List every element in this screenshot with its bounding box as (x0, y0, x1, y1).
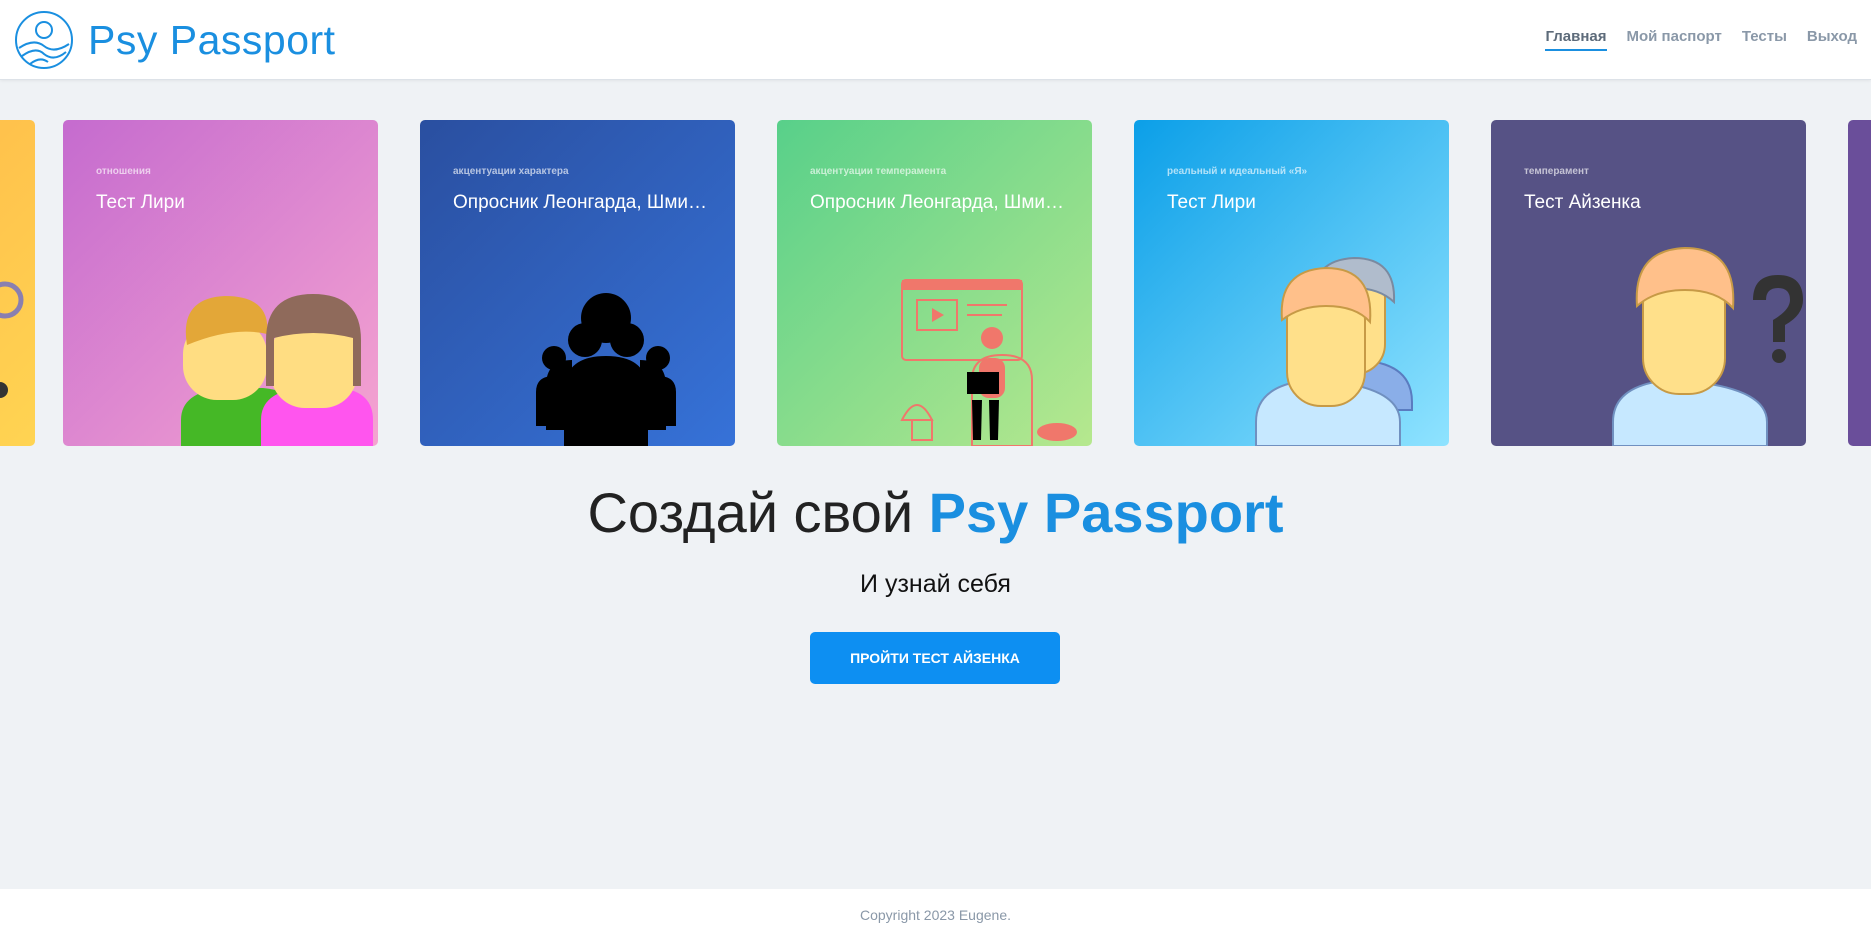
logo-link[interactable]: Psy Passport (14, 10, 336, 70)
test-card[interactable]: отношения Тест Лири (63, 120, 378, 446)
hero-title-brand: Psy Passport (928, 481, 1284, 544)
hero-subtitle: И узнай себя (860, 570, 1011, 598)
site-footer: Copyright 2023 Eugene. (0, 889, 1871, 939)
tests-carousel[interactable]: отношения Тест Лири акцентуации характер… (0, 120, 1871, 446)
test-card-partial-left[interactable] (0, 120, 35, 446)
card-title: Тест Лири (96, 192, 185, 213)
test-card[interactable]: акцентуации характера Опросник Леонгарда… (420, 120, 735, 446)
card-category: темперамент (1524, 166, 1589, 177)
nav-item-tests[interactable]: Тесты (1742, 28, 1787, 51)
logo-globe-icon (15, 11, 73, 69)
card-category: акцентуации характера (453, 166, 569, 177)
test-card[interactable]: акцентуации темперамента Опросник Леонга… (777, 120, 1092, 446)
hero-title: Создай свой Psy Passport (0, 480, 1871, 545)
nav-item-home[interactable]: Главная (1545, 28, 1607, 51)
card-title: Опросник Леонгарда, Шмишека (810, 192, 1070, 213)
card-category: акцентуации темперамента (810, 166, 947, 177)
test-card-partial-right[interactable] (1848, 120, 1871, 446)
card-title: Опросник Леонгарда, Шмишека (453, 192, 713, 213)
hero-title-prefix: Создай свой (587, 481, 929, 544)
card-title: Тест Айзенка (1524, 192, 1641, 213)
card-category: отношения (96, 166, 151, 177)
main-nav: Главная Мой паспорт Тесты Выход (1545, 28, 1857, 51)
test-card[interactable]: темперамент Тест Айзенка (1491, 120, 1806, 446)
copyright-text: Copyright 2023 Eugene. (860, 907, 1011, 923)
site-header: Psy Passport Главная Мой паспорт Тесты В… (0, 0, 1871, 80)
partial-card-icon (0, 281, 24, 398)
test-card[interactable]: реальный и идеальный «Я» Тест Лири (1134, 120, 1449, 446)
card-category: реальный и идеальный «Я» (1167, 166, 1308, 177)
card-title: Тест Лири (1167, 192, 1256, 213)
nav-item-logout[interactable]: Выход (1807, 28, 1857, 51)
take-eysenck-test-button[interactable]: ПРОЙТИ ТЕСТ АЙЗЕНКА (810, 632, 1060, 684)
logo-text: Psy Passport (88, 16, 336, 63)
nav-item-my-passport[interactable]: Мой паспорт (1627, 28, 1722, 51)
